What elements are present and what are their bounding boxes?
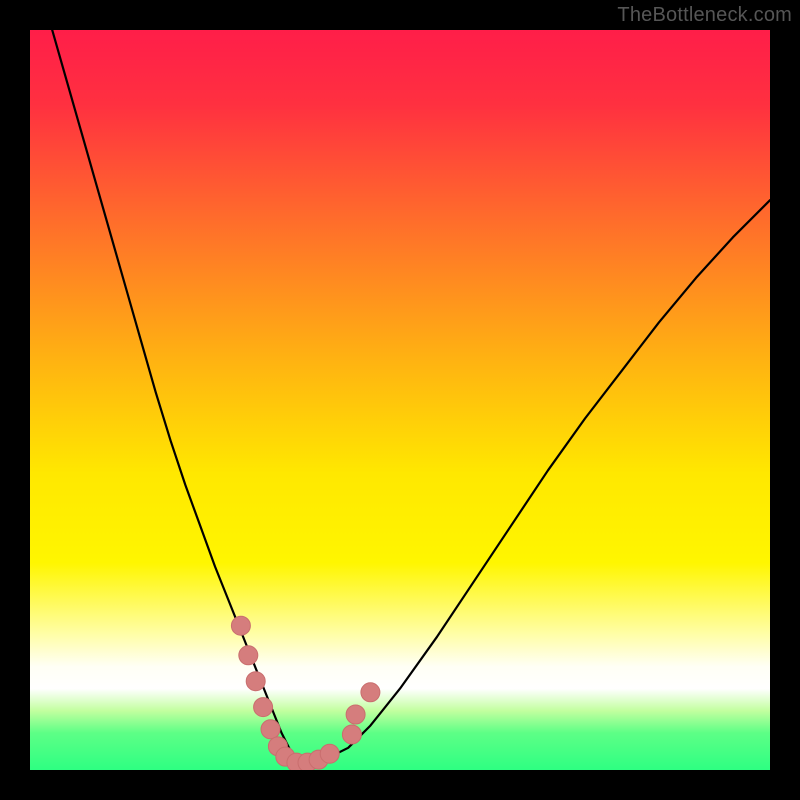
marker-dot bbox=[342, 725, 361, 744]
marker-dot bbox=[361, 683, 380, 702]
marker-dot bbox=[254, 698, 273, 717]
marker-dot bbox=[346, 705, 365, 724]
marker-dot bbox=[239, 646, 258, 665]
marker-dot bbox=[246, 672, 265, 691]
chart-svg bbox=[30, 30, 770, 770]
gradient-bg bbox=[30, 30, 770, 770]
marker-dot bbox=[231, 616, 250, 635]
marker-dot bbox=[320, 744, 339, 763]
plot-area bbox=[30, 30, 770, 770]
chart-frame: TheBottleneck.com bbox=[0, 0, 800, 800]
marker-dot bbox=[261, 720, 280, 739]
attribution-watermark: TheBottleneck.com bbox=[617, 4, 792, 27]
